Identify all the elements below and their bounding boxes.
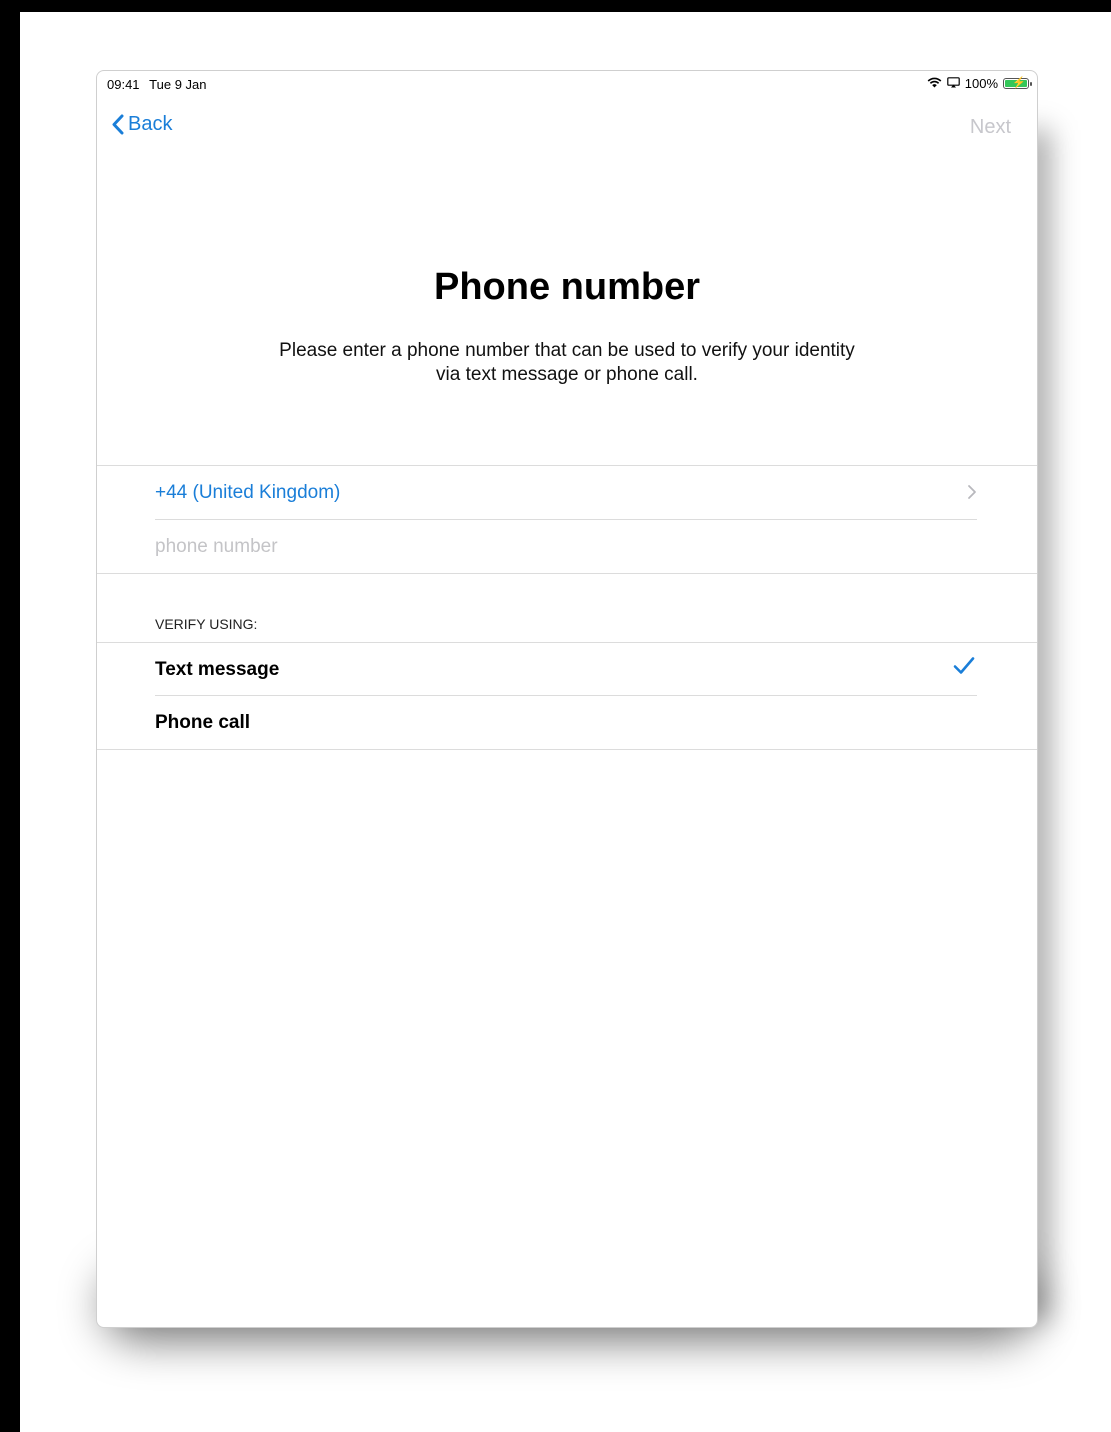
checkmark-icon	[953, 656, 975, 681]
battery-icon: ⚡	[1003, 77, 1032, 89]
subtitle-line-2: via text message or phone call.	[436, 364, 698, 385]
back-button[interactable]: Back	[111, 113, 172, 136]
wifi-icon	[927, 76, 942, 91]
status-date: Tue 9 Jan	[149, 77, 207, 92]
chevron-right-icon	[967, 483, 977, 506]
screen-mirror-icon	[946, 76, 960, 91]
phone-number-input[interactable]	[155, 536, 977, 558]
next-button[interactable]: Next	[970, 116, 1011, 139]
verify-row-divider	[155, 695, 977, 696]
back-label: Back	[128, 113, 173, 135]
phone-row-divider	[155, 519, 977, 520]
ipad-screen: 09:41 Tue 9 Jan 100% ⚡ Back Next Phone n…	[96, 70, 1038, 1328]
subtitle-line-1: Please enter a phone number that can be …	[279, 340, 855, 361]
status-left: 09:41 Tue 9 Jan	[107, 77, 207, 92]
phone-number-row	[155, 521, 977, 573]
status-time: 09:41	[107, 77, 140, 92]
battery-percent: 100%	[964, 76, 998, 91]
verify-group-bottom-divider	[97, 749, 1037, 750]
page-subtitle: Please enter a phone number that can be …	[217, 339, 917, 387]
country-code-label: +44 (United Kingdom)	[155, 482, 341, 503]
verify-section-header: VERIFY USING:	[155, 616, 258, 632]
phone-group-top-divider	[97, 465, 1037, 466]
verify-option-text-message[interactable]: Text message	[155, 644, 977, 696]
verify-option-phone-call[interactable]: Phone call	[155, 697, 977, 749]
page-title: Phone number	[433, 266, 701, 308]
country-selector[interactable]: +44 (United Kingdom)	[155, 467, 977, 519]
verify-group-top-divider	[97, 642, 1037, 643]
phone-group-bottom-divider	[97, 573, 1037, 574]
status-right: 100% ⚡	[927, 76, 1032, 91]
status-bar: 09:41 Tue 9 Jan 100% ⚡	[97, 71, 1037, 97]
chevron-left-icon	[112, 114, 124, 135]
verify-option-label: Text message	[155, 659, 280, 680]
verify-option-label: Phone call	[155, 712, 251, 733]
